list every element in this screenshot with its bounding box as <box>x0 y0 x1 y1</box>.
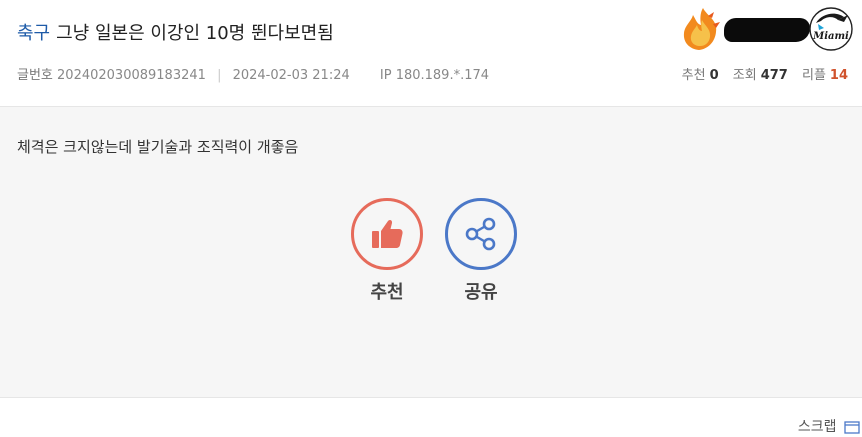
scrap-button[interactable]: 스크랩 <box>798 416 860 436</box>
author-profile[interactable]: Miami <box>680 4 854 54</box>
thumbs-up-icon <box>372 219 403 248</box>
post-meta: 글번호 20240203008918324​1 | 2024-02-03 21:… <box>17 64 489 83</box>
post-content: 체격은 크지않는데 발기술과 조직력이 개좋음 추천 공유 <box>0 106 862 398</box>
share-button[interactable]: 공유 <box>445 198 517 304</box>
recommend-label: 추천 <box>370 282 404 303</box>
post-number: 20240203008918324​1 <box>57 68 206 83</box>
post-header: 축구 그냥 일본은 이강인 10명 뛴다보면됨 글번호 2024020300891… <box>0 0 862 106</box>
recommend-button[interactable]: 추천 <box>351 198 423 304</box>
view-count-label: 조회 <box>732 68 757 83</box>
post-datetime: 2024-02-03 21:24 <box>232 68 350 83</box>
reply-count[interactable]: 14 <box>830 68 848 83</box>
share-circle[interactable] <box>445 198 517 270</box>
reply-count-label: 리플 <box>801 68 826 83</box>
flame-icon <box>683 8 720 50</box>
post-category[interactable]: 축구 <box>17 23 50 44</box>
post-title: 축구 그냥 일본은 이강인 10명 뛴다보면됨 <box>17 19 334 45</box>
meta-divider: | <box>217 68 222 83</box>
recommend-count-label: 추천 <box>681 68 706 83</box>
scrap-icon <box>844 421 860 434</box>
share-label: 공유 <box>464 282 498 303</box>
marlins-logo-icon: Miami <box>809 7 853 51</box>
post-title-text: 그냥 일본은 이강인 10명 뛴다보면됨 <box>56 23 334 44</box>
share-icon <box>465 217 496 251</box>
post-body-text: 체격은 크지않는데 발기술과 조직력이 개좋음 <box>17 138 299 156</box>
post-number-label: 글번호 <box>17 68 53 83</box>
scrap-label: 스크랩 <box>797 419 837 435</box>
view-count: 477 <box>760 68 788 83</box>
team-logo-text: Miami <box>812 31 849 42</box>
recommend-count: 0 <box>709 68 719 83</box>
post-ip: IP 180.189.*.174 <box>379 68 490 83</box>
author-nickname-redacted[interactable] <box>724 18 810 42</box>
post-footer: 스크랩 <box>0 398 862 437</box>
post-stats: 추천 0 조회 477 리플 14 <box>682 64 848 83</box>
recommend-circle[interactable] <box>351 198 423 270</box>
